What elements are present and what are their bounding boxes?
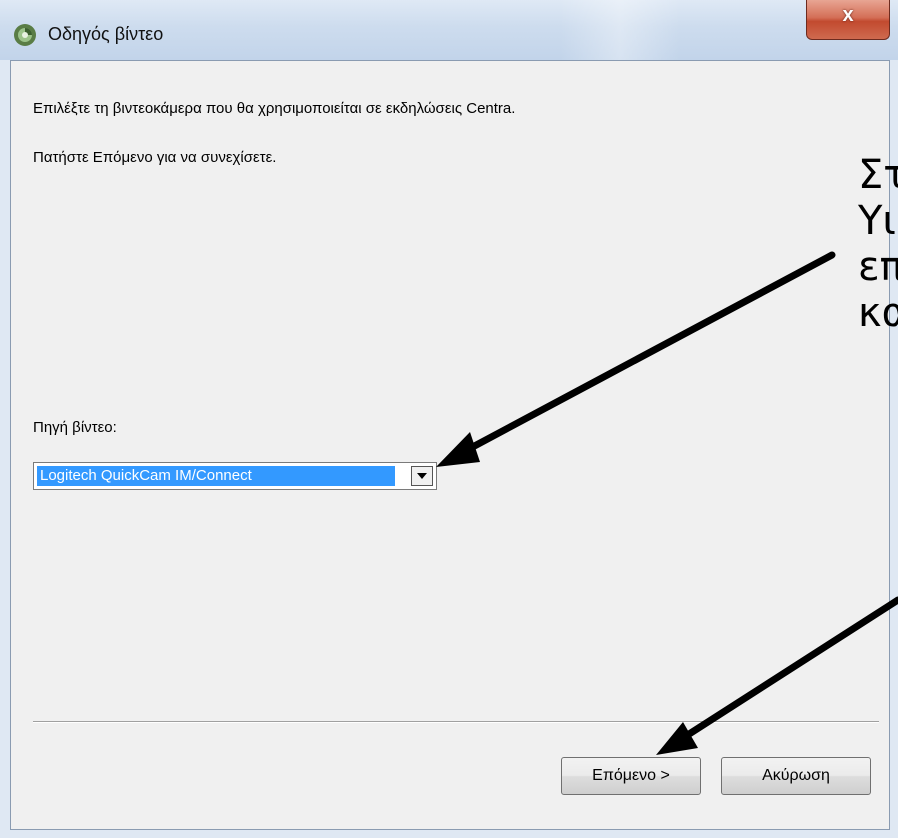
intro-text: Επιλέξτε τη βιντεοκάμερα που θα χρησιμοπ… — [33, 100, 516, 117]
separator — [33, 721, 879, 723]
annotation-line-3: επ — [858, 244, 898, 290]
video-wizard-window: Οδηγός βίντεο x Επιλέξτε τη βιντεοκάμερα… — [0, 0, 898, 838]
title-bar[interactable]: Οδηγός βίντεο x — [0, 0, 898, 60]
next-button[interactable]: Επόμενο > — [561, 757, 701, 795]
cancel-button[interactable]: Ακύρωση — [721, 757, 871, 795]
dropdown-button[interactable] — [411, 466, 433, 486]
window-title: Οδηγός βίντεο — [48, 24, 164, 44]
annotation-line-2: Υι — [858, 198, 896, 244]
titlebar-glass — [560, 0, 680, 60]
annotation-line-1: Στ — [858, 152, 898, 198]
centra-app-icon — [14, 24, 36, 46]
close-button[interactable]: x — [806, 0, 890, 40]
video-source-label: Πηγή βίντεο: — [33, 419, 117, 436]
annotation-line-4: κα — [858, 290, 898, 336]
video-source-select[interactable]: Logitech QuickCam IM/Connect — [33, 462, 437, 490]
instruction-text: Πατήστε Επόμενο για να συνεχίσετε. — [33, 149, 277, 166]
video-source-selected-value: Logitech QuickCam IM/Connect — [37, 466, 395, 486]
close-icon: x — [842, 4, 854, 26]
chevron-down-icon — [417, 473, 427, 479]
wizard-body: Επιλέξτε τη βιντεοκάμερα που θα χρησιμοπ… — [10, 60, 890, 830]
